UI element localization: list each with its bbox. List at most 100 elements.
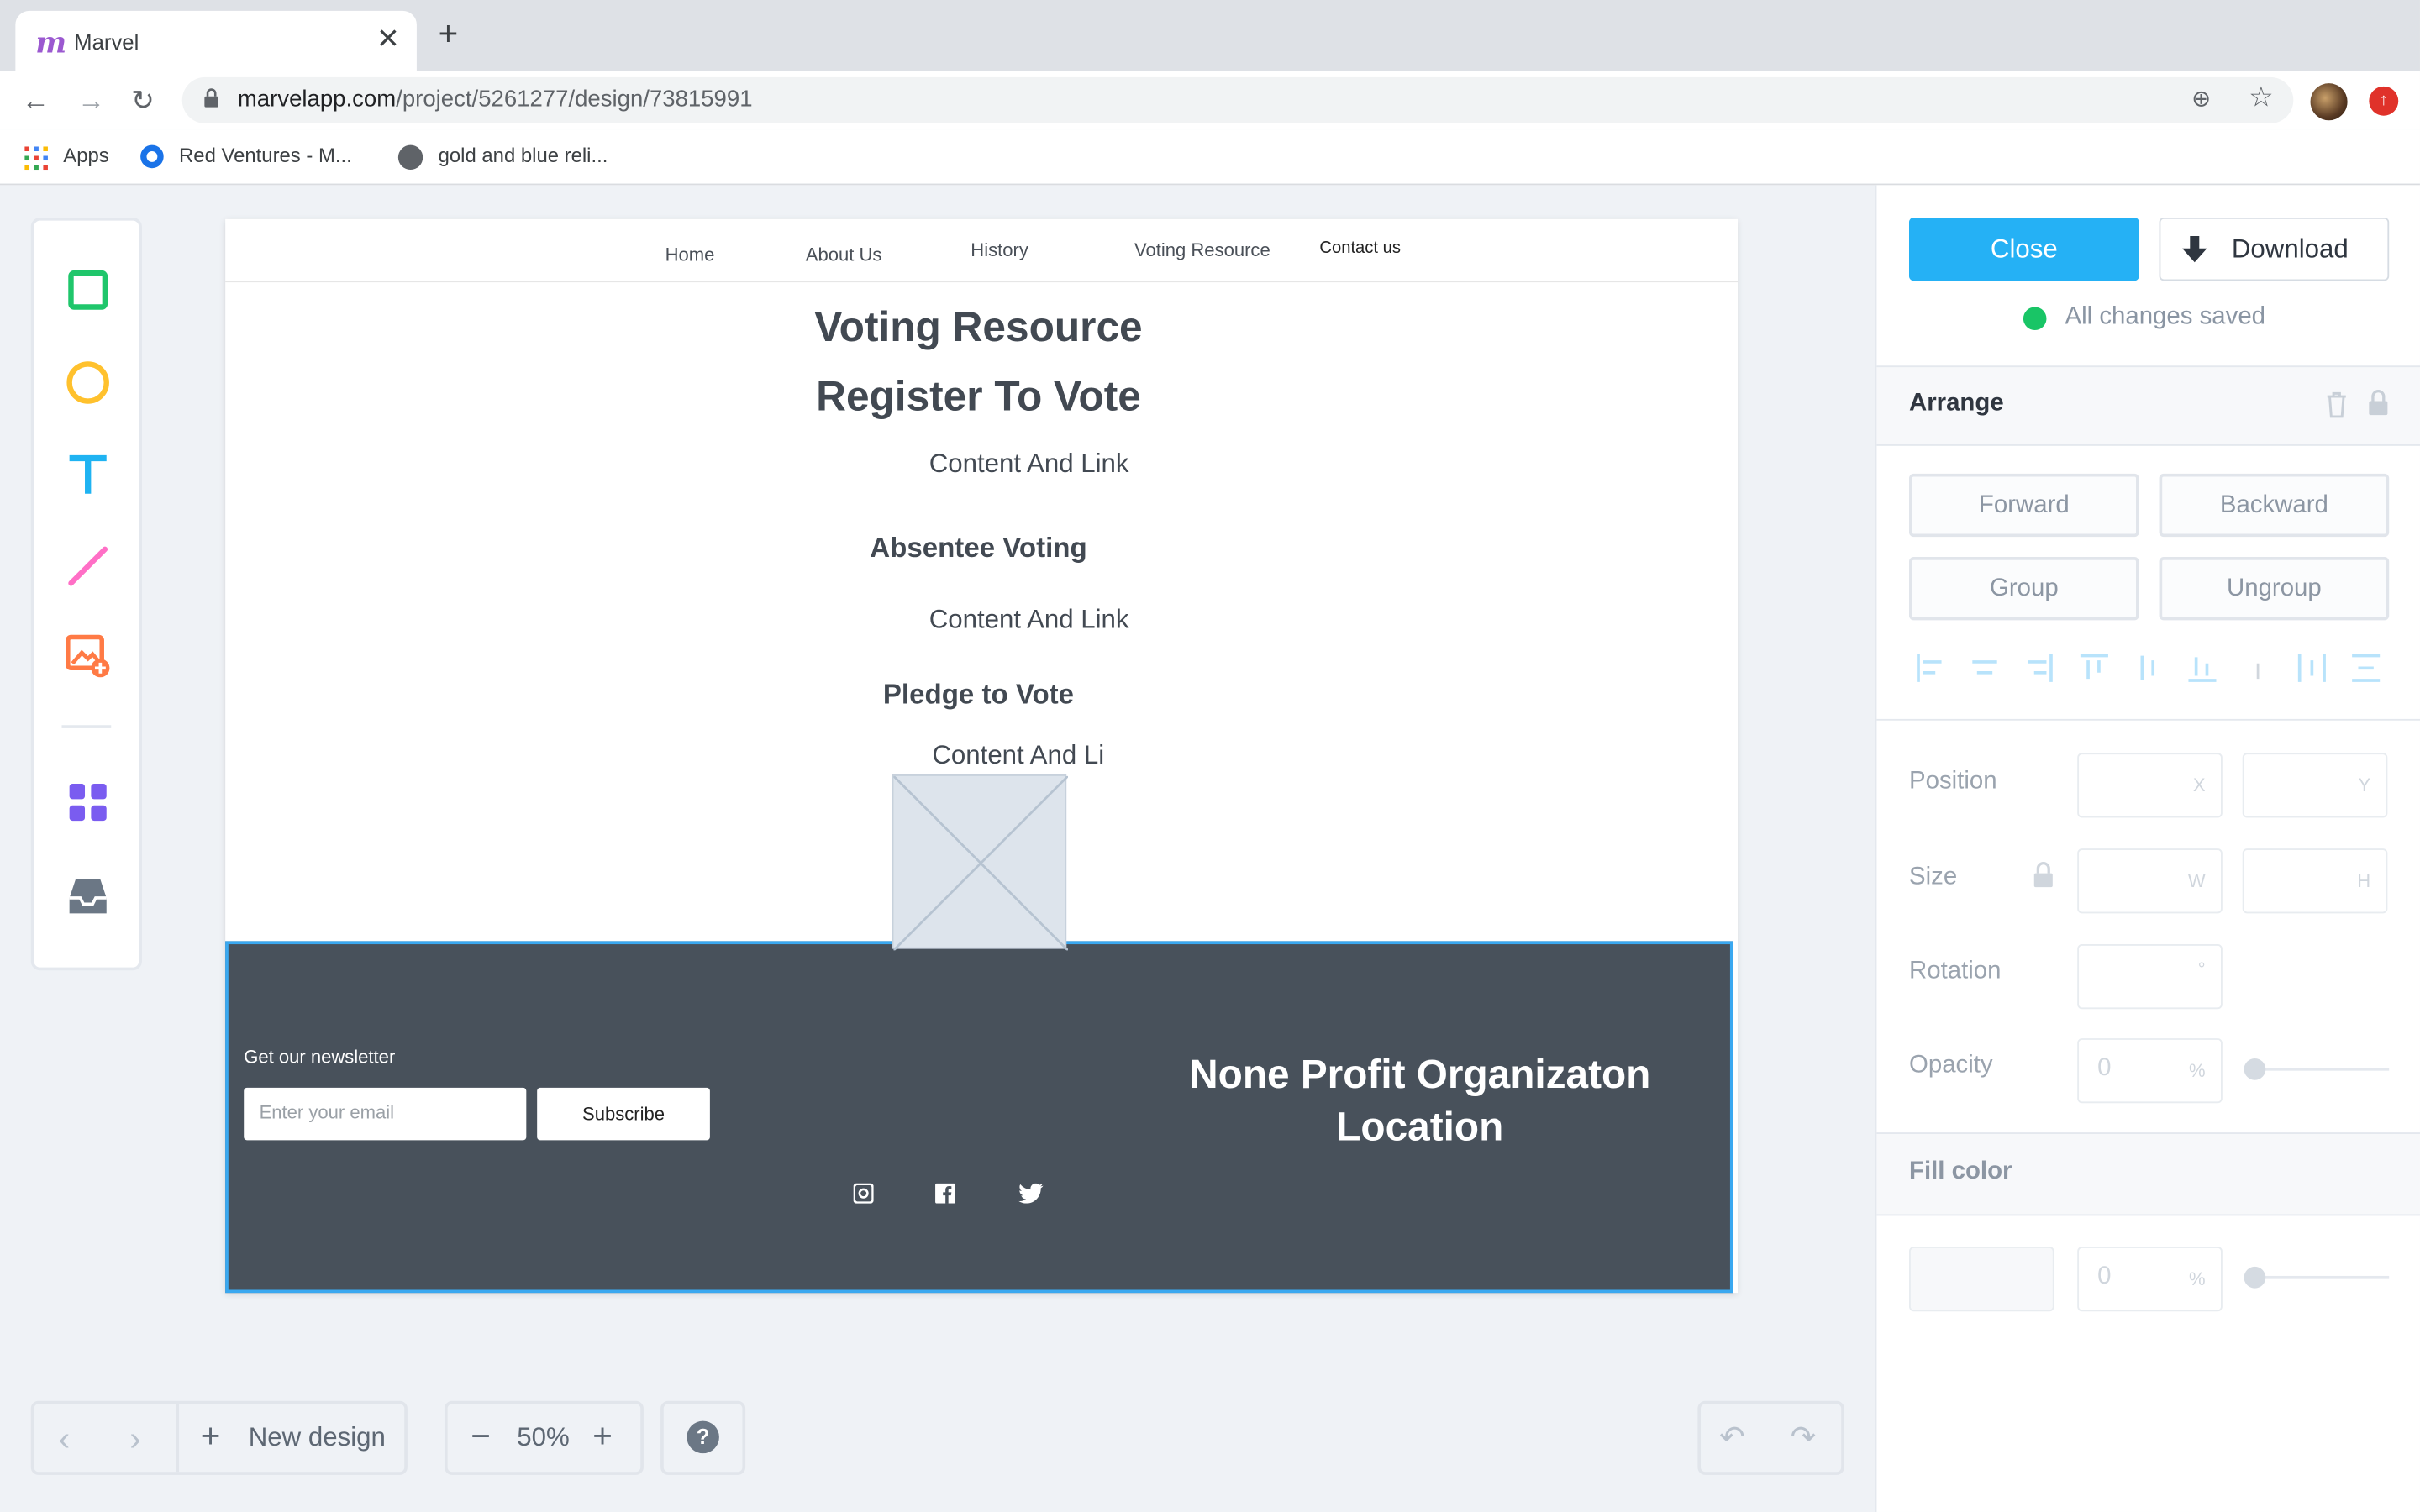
inbox-icon[interactable] [61,870,113,922]
undo-icon[interactable]: ↶ [1719,1418,1745,1457]
content-link-2[interactable]: Content And Link [929,605,1129,636]
line-tool-icon[interactable] [61,540,113,592]
circle-tool-icon[interactable] [61,356,113,408]
register-heading[interactable]: Register To Vote [225,373,1732,421]
forward-icon[interactable]: → [77,85,105,116]
align-top-icon[interactable] [2077,651,2111,685]
image-placeholder[interactable] [892,774,1069,952]
opacity-slider[interactable] [2249,1067,2390,1071]
align-bottom-icon[interactable] [2186,651,2219,685]
page-heading[interactable]: Voting Resource [225,304,1732,352]
nav-home[interactable]: Home [666,244,715,265]
group-button[interactable]: Group [1908,557,2139,621]
fill-opacity-slider[interactable] [2249,1275,2390,1279]
nav-about-us[interactable]: About Us [806,244,882,265]
update-icon[interactable]: ↑ [2369,86,2399,116]
distribute-horizontal-icon[interactable] [2295,651,2328,685]
zoom-in-icon[interactable]: + [592,1416,613,1457]
circle-logo-icon [140,144,164,169]
rectangle-tool-icon[interactable] [61,264,113,316]
new-design-button[interactable]: + New design [179,1404,404,1472]
trash-icon[interactable] [2326,391,2348,418]
fill-color-section: Fill color [1876,1132,2420,1216]
rotation-input[interactable]: ° [2077,944,2223,1010]
nav-voting-resource[interactable]: Voting Resource [1134,239,1270,261]
back-icon[interactable]: ← [22,85,50,116]
profile-avatar[interactable] [2310,83,2348,121]
components-grid-icon[interactable] [61,776,113,828]
tool-divider [61,725,112,728]
content-link-3[interactable]: Content And Li [932,741,1104,772]
width-input[interactable]: W [2077,848,2223,914]
forward-button[interactable]: Forward [1908,473,2139,538]
organization-title[interactable]: None Profit Organizaton Location [1155,1047,1686,1152]
text-tool-icon[interactable] [61,449,113,501]
bookmark-red-ventures[interactable]: Red Ventures - M... [179,144,352,167]
image-placeholder-cross-icon [892,774,1069,952]
apps-grid-icon[interactable] [24,146,48,171]
h-unit: H [2357,869,2371,892]
bookmark-apps[interactable]: Apps [63,144,108,167]
panel-divider [1876,718,2420,721]
help-icon: ? [687,1420,719,1454]
help-button[interactable]: ? [660,1400,746,1475]
new-tab-icon[interactable]: + [439,16,459,50]
email-field[interactable]: Enter your email [244,1087,527,1141]
zoom-out-icon[interactable]: − [471,1416,491,1457]
close-button[interactable]: Close [1908,217,2139,281]
align-right-icon[interactable] [2022,651,2055,685]
align-middle-icon[interactable] [2131,651,2165,685]
browser-tab[interactable]: m Marvel ✕ [15,10,417,71]
lock-icon[interactable] [2367,389,2389,417]
redo-icon[interactable]: ↷ [1791,1418,1817,1457]
footer-section[interactable]: Get our newsletter Enter your email Subs… [225,941,1733,1294]
zoom-icon[interactable]: ⊕ [2191,85,2211,113]
distribute-vertical-icon[interactable] [2349,651,2382,685]
previous-screen-icon[interactable]: ‹ [59,1420,70,1460]
nav-history[interactable]: History [971,239,1028,261]
download-label: Download [2231,234,2349,265]
height-input[interactable]: H [2242,848,2388,914]
align-left-icon[interactable] [1914,651,1948,685]
subscribe-button[interactable]: Subscribe [537,1087,710,1141]
fill-percent-unit: % [2189,1268,2206,1290]
fill-opacity-value: 0 [2097,1263,2112,1290]
close-tab-icon[interactable]: ✕ [376,24,400,56]
fill-opacity-slider-knob[interactable] [2244,1266,2266,1289]
instagram-icon[interactable] [853,1183,874,1204]
y-unit: Y [2358,774,2371,796]
twitter-icon[interactable] [1018,1183,1044,1204]
address-bar[interactable]: marvelapp.com/project/5261277/design/738… [182,76,2294,123]
ungroup-button[interactable]: Ungroup [2159,557,2390,621]
absentee-heading[interactable]: Absentee Voting [225,533,1732,565]
align-center-icon[interactable] [1968,651,2002,685]
backward-button[interactable]: Backward [2159,473,2390,538]
org-location: Location [1336,1103,1504,1150]
nav-contact-us[interactable]: Contact us [1319,239,1401,258]
new-design-label: New design [248,1422,386,1452]
rotation-label: Rotation [1908,958,2002,984]
design-artboard[interactable]: Home About Us History Voting Resource Co… [225,218,1739,1294]
site-nav: Home About Us History Voting Resource Co… [225,219,1739,283]
reload-icon[interactable]: ↻ [131,85,155,116]
download-button[interactable]: Download [2159,217,2390,281]
pledge-heading[interactable]: Pledge to Vote [225,679,1732,711]
facebook-icon[interactable] [935,1183,955,1204]
position-y-input[interactable]: Y [2242,753,2388,818]
properties-panel: Close Download All changes saved Arrange… [1875,185,2420,1512]
bookmark-star-icon[interactable]: ☆ [2249,81,2274,114]
image-tool-icon[interactable] [61,629,113,681]
opacity-slider-knob[interactable] [2244,1058,2266,1080]
download-arrow-icon [2182,236,2207,263]
fill-opacity-input[interactable]: 0% [2077,1247,2223,1312]
opacity-label: Opacity [1908,1052,1993,1079]
next-screen-icon[interactable]: › [129,1420,140,1460]
aspect-lock-icon[interactable] [2033,861,2054,889]
x-unit: X [2192,774,2206,796]
position-x-input[interactable]: X [2077,753,2223,818]
opacity-input[interactable]: 0% [2077,1038,2223,1104]
content-link-1[interactable]: Content And Link [929,449,1129,480]
fill-color-swatch[interactable] [1908,1247,2054,1312]
bookmark-gold-blue[interactable]: gold and blue reli... [439,144,608,167]
zoom-controls: − 50% + [444,1400,644,1475]
